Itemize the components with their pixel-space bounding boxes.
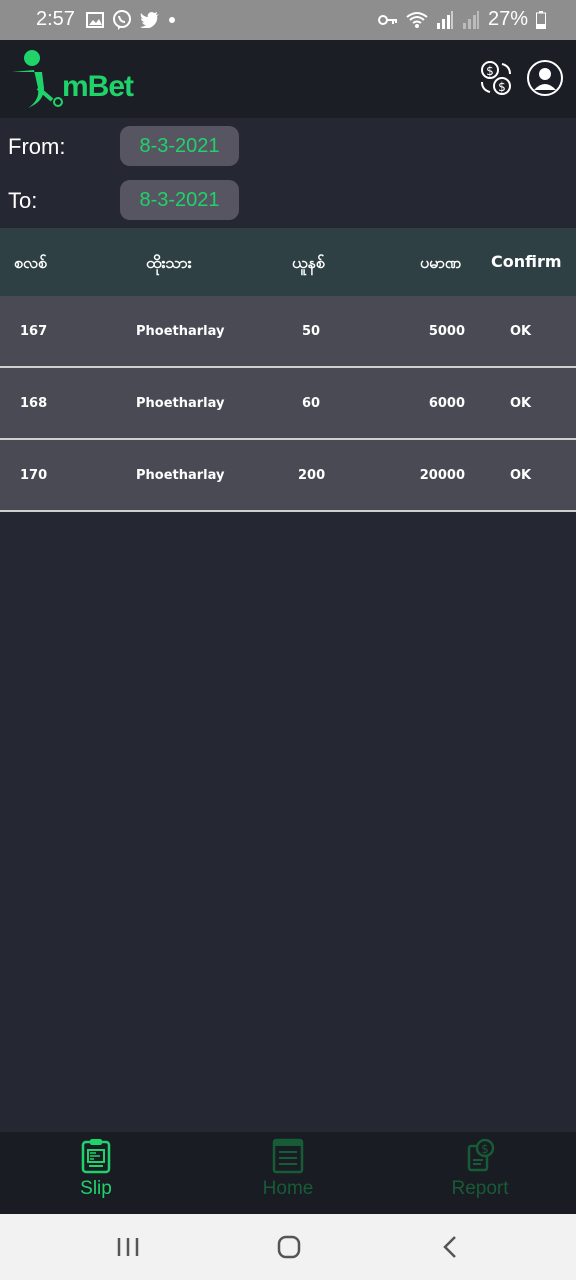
header-name: ထိုးသား xyxy=(146,253,192,272)
header-amount: ပမာဏ xyxy=(420,253,461,272)
date-filter: From: 8-3-2021 To: 8-3-2021 xyxy=(0,118,576,228)
unit-value: 60 xyxy=(302,396,321,411)
document-list-icon xyxy=(272,1138,304,1174)
unit-value: 50 xyxy=(302,324,321,339)
nav-slip[interactable]: Slip xyxy=(36,1138,156,1200)
battery-icon xyxy=(536,10,546,29)
system-navigation-bar xyxy=(0,1214,576,1280)
amount-value: 6000 xyxy=(428,396,465,411)
system-status-icons: 27% xyxy=(377,8,546,31)
table-row[interactable]: 167 Phoetharlay 50 5000 OK xyxy=(0,296,576,368)
gallery-icon xyxy=(86,12,104,28)
nav-home-label: Home xyxy=(262,1178,314,1199)
confirm-status: OK xyxy=(510,396,532,411)
to-label: To: xyxy=(8,188,38,213)
from-label: From: xyxy=(8,134,66,159)
notification-icons xyxy=(86,10,176,30)
bottom-navigation: Slip Home $ Report xyxy=(0,1132,576,1214)
table-header: စလစ် ထိုးသား ယူနစ် ပမာဏ Confirm xyxy=(0,228,576,296)
status-time: 2:57 xyxy=(36,8,75,30)
signal-icon xyxy=(436,10,453,29)
signal-icon-2 xyxy=(462,10,479,29)
logo-text: mBet xyxy=(62,70,134,103)
currency-exchange-icon[interactable]: $ $ xyxy=(478,60,514,96)
player-name: Phoetharlay xyxy=(136,396,225,411)
money-report-icon: $ xyxy=(467,1138,495,1172)
back-icon[interactable] xyxy=(440,1232,460,1262)
confirm-status: OK xyxy=(510,324,532,339)
table-row[interactable]: 168 Phoetharlay 60 6000 OK xyxy=(0,368,576,440)
viber-icon xyxy=(113,10,131,30)
amount-value: 5000 xyxy=(428,324,465,339)
slip-table: 167 Phoetharlay 50 5000 OK 168 Phoetharl… xyxy=(0,296,576,512)
nav-report[interactable]: $ Report xyxy=(420,1138,540,1200)
confirm-status: OK xyxy=(510,468,532,483)
app-header: mBet $ $ xyxy=(0,40,576,118)
status-bar: 2:57 27% xyxy=(0,0,576,40)
recent-apps-icon[interactable] xyxy=(116,1232,140,1262)
slip-number: 170 xyxy=(20,468,48,483)
key-icon xyxy=(377,14,397,25)
wifi-icon xyxy=(406,11,428,28)
logo-figure-icon xyxy=(12,50,63,108)
header-slip: စလစ် xyxy=(14,253,47,272)
svg-text:$: $ xyxy=(498,80,506,94)
amount-value: 20000 xyxy=(419,468,465,483)
slip-number: 167 xyxy=(20,324,48,339)
header-unit: ယူနစ် xyxy=(292,253,325,272)
nav-slip-label: Slip xyxy=(80,1178,112,1199)
player-name: Phoetharlay xyxy=(136,324,225,339)
user-profile-icon[interactable] xyxy=(527,60,563,96)
svg-text:$: $ xyxy=(486,64,494,78)
clipboard-icon xyxy=(81,1139,111,1174)
battery-percent: 27% xyxy=(487,8,528,30)
to-date-picker[interactable]: 8-3-2021 xyxy=(120,180,239,220)
twitter-icon xyxy=(140,12,159,28)
svg-text:$: $ xyxy=(481,1142,489,1156)
home-button-icon[interactable] xyxy=(276,1232,302,1262)
from-date-picker[interactable]: 8-3-2021 xyxy=(120,126,239,166)
table-row[interactable]: 170 Phoetharlay 200 20000 OK xyxy=(0,440,576,512)
player-name: Phoetharlay xyxy=(136,468,225,483)
nav-report-label: Report xyxy=(451,1178,509,1199)
header-confirm: Confirm xyxy=(491,252,562,271)
dot-icon xyxy=(169,17,175,23)
app-logo[interactable]: mBet xyxy=(10,48,134,110)
unit-value: 200 xyxy=(298,468,326,483)
slip-number: 168 xyxy=(20,396,48,411)
nav-home[interactable]: Home xyxy=(228,1138,348,1200)
